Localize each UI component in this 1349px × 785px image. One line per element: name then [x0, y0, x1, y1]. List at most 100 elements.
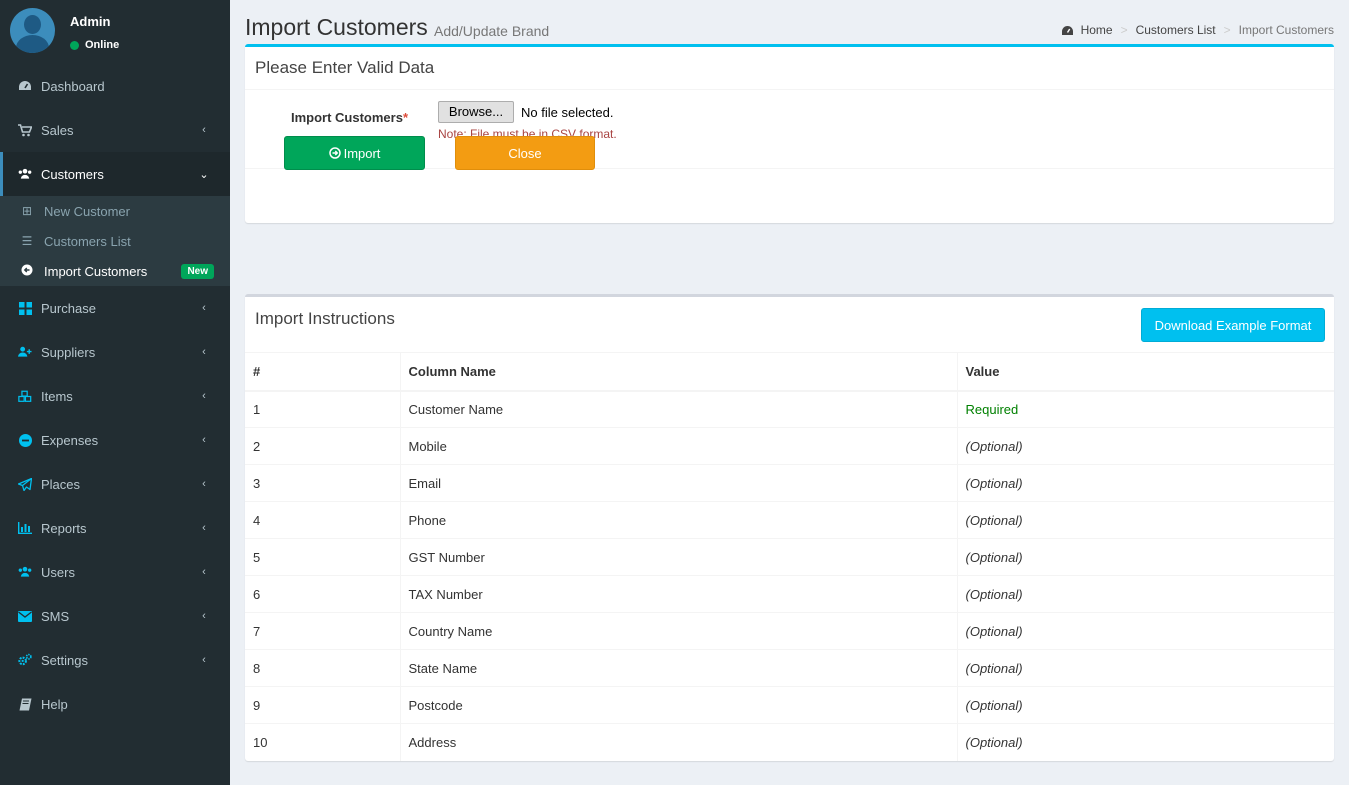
chevron-left-icon: ‹ — [202, 434, 206, 446]
chevron-left-icon: ‹ — [202, 346, 206, 358]
row-value: (Optional) — [957, 686, 1334, 724]
user-status-label: Online — [85, 39, 120, 51]
submenu-item-new-customer[interactable]: ⊞ New Customer — [0, 196, 230, 226]
row-value: (Optional) — [957, 464, 1334, 502]
sidebar-item-label: Expenses — [41, 432, 99, 448]
sidebar-item-reports[interactable]: Reports ‹ — [0, 506, 230, 550]
sidebar-item-sales[interactable]: Sales ‹ — [0, 108, 230, 152]
table-row: 7 Country Name (Optional) — [245, 612, 1334, 650]
file-status-text: No file selected. — [521, 105, 614, 120]
instructions-table: # Column Name Value 1 Customer Name Requir… — [245, 352, 1334, 761]
column-header-value: Value — [957, 352, 1334, 392]
row-value: (Optional) — [957, 649, 1334, 687]
sidebar-item-label: Sales — [41, 122, 74, 138]
row-number: 8 — [245, 649, 401, 687]
table-row: 9 Postcode (Optional) — [245, 686, 1334, 724]
sidebar-item-expenses[interactable]: Expenses ‹ — [0, 418, 230, 462]
sidebar-item-label: Settings — [41, 652, 88, 668]
user-status: Online — [70, 39, 119, 51]
sidebar-item-label: Customers — [41, 166, 104, 182]
close-button[interactable]: Close — [455, 136, 595, 170]
sidebar-item-users[interactable]: Users ‹ — [0, 550, 230, 594]
row-value: (Optional) — [957, 427, 1334, 465]
avatar — [10, 8, 55, 53]
list-icon: ☰ — [21, 234, 33, 248]
submenu-item-label: New Customer — [44, 203, 130, 219]
sidebar-item-label: Suppliers — [41, 344, 96, 360]
row-column-name: TAX Number — [400, 575, 958, 613]
row-column-name: Postcode — [400, 686, 958, 724]
row-number: 10 — [245, 723, 401, 761]
table-row: 6 TAX Number (Optional) — [245, 575, 1334, 613]
row-number: 2 — [245, 427, 401, 465]
chevron-left-icon: ‹ — [202, 124, 206, 136]
sidebar-item-dashboard[interactable]: Dashboard — [0, 64, 230, 108]
chevron-down-icon: ⌄ — [199, 168, 209, 181]
sidebar-item-label: SMS — [41, 608, 70, 624]
chevron-left-icon: ‹ — [202, 522, 206, 534]
book-icon — [18, 697, 32, 711]
submenu-item-customers-list[interactable]: ☰ Customers List — [0, 226, 230, 256]
close-button-label: Close — [508, 145, 542, 161]
minus-circle-icon — [18, 433, 32, 447]
download-button-label: Download Example Format — [1154, 317, 1312, 333]
user-plus-icon — [18, 345, 32, 359]
row-column-name: Customer Name — [400, 390, 958, 428]
cart-icon — [18, 123, 32, 137]
chevron-left-icon: ‹ — [202, 610, 206, 622]
import-customers-label-text: Import Customers — [290, 110, 403, 125]
sidebar-item-purchase[interactable]: Purchase ‹ — [0, 286, 230, 330]
sidebar-item-customers[interactable]: Customers ⌄ — [0, 152, 230, 196]
sidebar-item-settings[interactable]: Settings ‹ — [0, 638, 230, 682]
online-status-dot-icon — [70, 40, 79, 50]
import-button[interactable]: Import — [284, 136, 425, 170]
submenu-item-import-customers[interactable]: Import Customers New — [0, 256, 230, 286]
breadcrumb-home-link[interactable]: Home — [1081, 23, 1113, 37]
customers-submenu: ⊞ New Customer ☰ Customers List Import C… — [0, 196, 230, 286]
row-column-name: Address — [400, 723, 958, 761]
sidebar-item-sms[interactable]: SMS ‹ — [0, 594, 230, 638]
user-name: Admin — [70, 14, 111, 29]
sidebar-item-label: Help — [41, 696, 68, 712]
bar-chart-icon — [18, 521, 32, 535]
plus-square-icon: ⊞ — [21, 204, 33, 218]
chevron-left-icon: ‹ — [202, 566, 206, 578]
sidebar-item-label: Purchase — [41, 300, 96, 316]
row-value: (Optional) — [957, 501, 1334, 539]
row-number: 6 — [245, 575, 401, 613]
sidebar-item-help[interactable]: Help — [0, 682, 230, 726]
breadcrumb-separator: > — [1223, 23, 1231, 37]
row-number: 5 — [245, 538, 401, 576]
import-button-label: Import — [343, 145, 381, 161]
breadcrumb-customers-list-link[interactable]: Customers List — [1136, 23, 1216, 37]
chevron-left-icon: ‹ — [202, 478, 206, 490]
table-row: 4 Phone (Optional) — [245, 501, 1334, 539]
browse-file-button[interactable]: Browse... — [438, 101, 514, 123]
sidebar-item-suppliers[interactable]: Suppliers ‹ — [0, 330, 230, 374]
breadcrumb-separator: > — [1120, 23, 1128, 37]
table-row: 10 Address (Optional) — [245, 723, 1334, 761]
row-column-name: State Name — [400, 649, 958, 687]
row-value: (Optional) — [957, 538, 1334, 576]
sidebar-item-places[interactable]: Places ‹ — [0, 462, 230, 506]
envelope-icon — [18, 609, 32, 623]
row-number: 4 — [245, 501, 401, 539]
submenu-item-label: Import Customers — [44, 263, 148, 279]
breadcrumb: Home > Customers List > Import Customers — [1061, 23, 1334, 37]
arrow-circle-right-icon — [328, 147, 341, 159]
row-value: (Optional) — [957, 575, 1334, 613]
sidebar-item-items[interactable]: Items ‹ — [0, 374, 230, 418]
chevron-left-icon: ‹ — [202, 654, 206, 666]
submenu-item-label: Customers List — [44, 233, 131, 249]
dashboard-icon — [1061, 25, 1074, 36]
row-number: 3 — [245, 464, 401, 502]
table-row: 5 GST Number (Optional) — [245, 538, 1334, 576]
row-column-name: Mobile — [400, 427, 958, 465]
users-icon — [18, 565, 32, 579]
new-badge: New — [181, 263, 214, 279]
dashboard-icon — [18, 79, 32, 93]
download-example-format-button[interactable]: Download Example Format — [1141, 308, 1325, 342]
row-number: 7 — [245, 612, 401, 650]
chevron-left-icon: ‹ — [202, 302, 206, 314]
row-number: 1 — [245, 390, 401, 428]
